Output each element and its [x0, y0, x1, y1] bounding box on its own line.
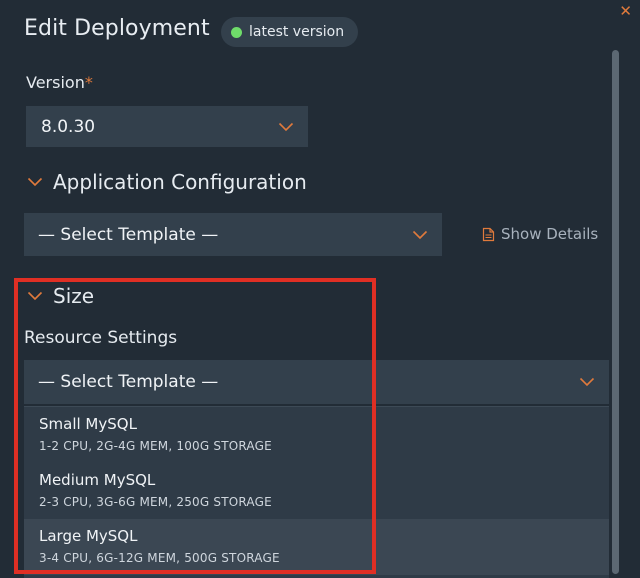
application-template-selected: — Select Template — — [38, 224, 219, 245]
resource-template-selected: — Select Template — — [38, 372, 219, 392]
version-label-text: Version — [26, 73, 85, 92]
option-name: Small MySQL — [39, 415, 137, 433]
show-details-button[interactable]: Show Details — [482, 225, 598, 243]
resource-settings-label: Resource Settings — [24, 328, 178, 348]
scrollbar-thumb[interactable] — [612, 50, 619, 574]
section-heading-size: Size — [53, 284, 95, 308]
document-icon — [482, 227, 495, 241]
dropdown-option-large-mysql[interactable]: Large MySQL 3-4 CPU, 6G-12G MEM, 500G ST… — [24, 519, 609, 575]
section-heading-application-configuration: Application Configuration — [53, 170, 307, 194]
option-name: Medium MySQL — [39, 471, 156, 489]
resource-template-select[interactable]: — Select Template — — [24, 360, 609, 404]
section-toggle-size[interactable]: Size — [27, 284, 94, 308]
page-title: Edit Deployment — [24, 16, 210, 41]
application-template-select[interactable]: — Select Template — — [24, 213, 442, 256]
option-description: 3-4 CPU, 6G-12G MEM, 500G STORAGE — [39, 551, 280, 565]
show-details-label: Show Details — [501, 225, 599, 243]
version-select[interactable]: 8.0.30 — [26, 106, 308, 147]
option-description: 2-3 CPU, 3G-6G MEM, 250G STORAGE — [39, 495, 272, 509]
chevron-down-icon — [412, 230, 428, 239]
status-dot-icon — [231, 26, 242, 38]
badge-label: latest version — [249, 24, 345, 40]
version-selected-value: 8.0.30 — [41, 116, 96, 137]
version-field-label: Version* — [26, 73, 93, 92]
version-status-badge: latest version — [221, 17, 359, 47]
chevron-down-icon — [579, 377, 595, 387]
close-icon[interactable]: ✕ — [619, 2, 632, 20]
chevron-down-icon — [27, 291, 43, 301]
chevron-down-icon — [27, 177, 43, 187]
required-mark: * — [84, 73, 93, 92]
option-name: Large MySQL — [39, 527, 138, 545]
dropdown-option-small-mysql[interactable]: Small MySQL 1-2 CPU, 2G-4G MEM, 100G STO… — [24, 407, 609, 463]
section-toggle-application-configuration[interactable]: Application Configuration — [27, 170, 307, 194]
chevron-down-icon — [278, 122, 294, 131]
option-description: 1-2 CPU, 2G-4G MEM, 100G STORAGE — [39, 439, 272, 453]
resource-template-dropdown: Small MySQL 1-2 CPU, 2G-4G MEM, 100G STO… — [24, 406, 609, 578]
dropdown-option-medium-mysql[interactable]: Medium MySQL 2-3 CPU, 3G-6G MEM, 250G ST… — [24, 463, 609, 519]
